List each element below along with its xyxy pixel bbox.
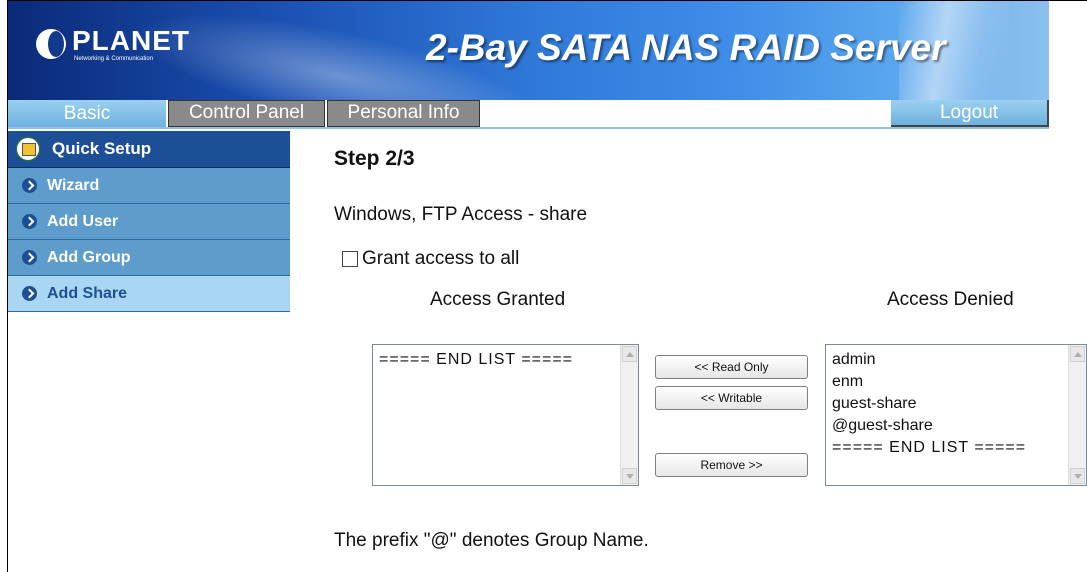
list-item[interactable]: enm [832,371,1026,393]
nav-divider [8,127,1049,129]
access-denied-list[interactable]: admin enm guest-share @guest-share =====… [825,344,1087,486]
remove-button[interactable]: Remove >> [655,453,808,477]
sidebar-item-label: Add User [47,213,119,230]
sidebar-header-label: Quick Setup [52,139,152,158]
denied-list-items: admin enm guest-share @guest-share =====… [832,349,1026,459]
scroll-up-icon[interactable] [622,346,637,362]
access-granted-header: Access Granted [430,289,566,310]
sidebar-item-label: Wizard [47,177,100,194]
grant-all-checkbox[interactable] [342,251,358,267]
planet-logo-icon [36,29,66,59]
sidebar-item-add-user[interactable]: Add User [8,204,290,240]
sidebar-item-wizard[interactable]: Wizard [8,168,290,204]
sidebar-header-quick-setup[interactable]: Quick Setup [8,131,290,168]
step-title: Step 2/3 [334,147,415,170]
list-item[interactable]: admin [832,349,1026,371]
scroll-down-icon[interactable] [622,468,637,484]
read-only-button[interactable]: << Read Only [655,355,808,379]
access-denied-header: Access Denied [887,289,1014,310]
product-title: 2-Bay SATA NAS RAID Server [426,27,946,68]
tab-control-panel[interactable]: Control Panel [168,100,325,127]
chevron-right-icon [22,286,37,301]
granted-list-scrollbar[interactable] [620,345,638,485]
planet-logo: PLANET Networking & Communication [36,23,189,67]
grant-all-row: Grant access to all [342,248,519,270]
chevron-right-icon [22,178,37,193]
list-item[interactable]: guest-share [832,393,1026,415]
top-nav: Basic Control Panel Personal Info Logout [8,100,1049,127]
header-banner: PLANET Networking & Communication 2-Bay … [8,1,1049,100]
sidebar-item-label: Add Share [47,285,128,302]
logo-tagline: Networking & Communication [74,56,154,62]
logout-button[interactable]: Logout [891,100,1049,127]
list-item[interactable]: ===== END LIST ===== [379,349,573,371]
denied-list-scrollbar[interactable] [1068,345,1086,485]
scroll-down-icon[interactable] [1070,468,1085,484]
chevron-right-icon [22,214,37,229]
chevron-right-icon [22,250,37,265]
access-granted-list[interactable]: ===== END LIST ===== [372,344,639,486]
sidebar-item-label: Add Group [47,249,131,266]
quick-setup-icon [16,137,40,161]
granted-list-items: ===== END LIST ===== [379,349,573,371]
writable-button[interactable]: << Writable [655,386,808,410]
grant-all-label: Grant access to all [362,248,520,269]
scroll-up-icon[interactable] [1070,346,1085,362]
share-subtitle: Windows, FTP Access - share [334,204,588,225]
tab-personal-info[interactable]: Personal Info [327,100,480,127]
tab-basic[interactable]: Basic [8,100,166,127]
list-item[interactable]: ===== END LIST ===== [832,437,1026,459]
list-item[interactable]: @guest-share [832,415,1026,437]
sidebar-item-add-share[interactable]: Add Share [8,276,290,312]
logo-text: PLANET [72,25,190,56]
sidebar-item-add-group[interactable]: Add Group [8,240,290,276]
group-prefix-note: The prefix "@" denotes Group Name. [334,530,649,551]
sidebar: Quick Setup Wizard Add User Add Group Ad… [8,131,290,312]
